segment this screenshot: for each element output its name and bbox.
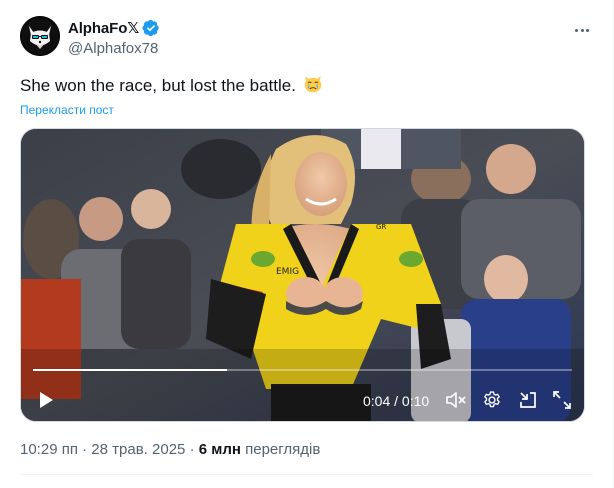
minimize-icon[interactable] — [513, 385, 543, 415]
display-name[interactable]: AlphaFo𝕏 — [68, 19, 139, 37]
fox-avatar-icon — [20, 16, 60, 56]
tweet-meta: 10:29 пп · 28 трав. 2025 · 6 млн перегля… — [20, 441, 320, 458]
meta-dot-2: · — [189, 441, 195, 458]
crying-cat-face-icon — [304, 76, 322, 93]
meta-dot: · — [82, 441, 88, 458]
divider — [20, 474, 593, 475]
fullscreen-icon[interactable] — [547, 385, 577, 415]
time-separator: / — [394, 393, 399, 409]
tweet-header: AlphaFo𝕏 @Alphafox78 — [20, 16, 594, 60]
video-frame: EMIG GR — [21, 129, 584, 421]
svg-text:GR: GR — [376, 223, 386, 231]
video-progress-fill — [33, 369, 228, 371]
tweet-text-content: She won the race, but lost the battle. — [20, 76, 296, 95]
translate-post-link[interactable]: Перекласти пост — [20, 103, 114, 117]
more-options-icon[interactable] — [570, 18, 594, 42]
verified-badge-icon — [142, 19, 159, 37]
settings-icon[interactable] — [477, 385, 507, 415]
mute-icon[interactable] — [441, 385, 471, 415]
current-time: 0:04 — [363, 393, 391, 409]
views-label: переглядів — [245, 441, 321, 458]
tweet-card: AlphaFo𝕏 @Alphafox78 She won the race, b… — [0, 0, 614, 488]
video-controls: 0:04 / 0:10 — [21, 385, 584, 415]
user-handle[interactable]: @Alphafox78 — [68, 40, 160, 57]
video-progress-bar[interactable] — [33, 369, 572, 371]
play-icon[interactable] — [31, 385, 61, 415]
video-time: 0:04 / 0:10 — [363, 393, 429, 409]
duration: 0:10 — [401, 393, 430, 409]
tweet-time[interactable]: 10:29 пп — [20, 441, 78, 458]
video-player[interactable]: EMIG GR 0:04 / 0:10 — [20, 128, 585, 422]
tweet-date[interactable]: 28 трав. 2025 — [91, 441, 185, 458]
author-info: AlphaFo𝕏 @Alphafox78 — [68, 19, 160, 57]
tweet-text: She won the race, but lost the battle. — [20, 74, 594, 98]
svg-text:EMIG: EMIG — [276, 267, 299, 277]
views-count: 6 млн — [198, 441, 241, 458]
avatar[interactable] — [20, 16, 60, 56]
